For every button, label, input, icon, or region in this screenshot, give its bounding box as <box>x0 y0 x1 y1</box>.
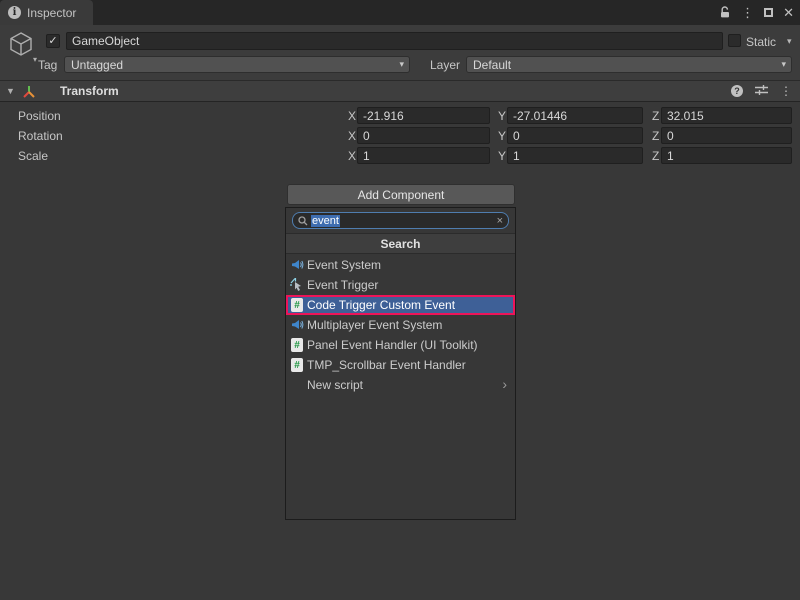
foldout-icon[interactable]: ▼ <box>6 86 15 96</box>
gameobject-header: ▾ ✓ GameObject Static ▾ Tag Untagged ▾ L… <box>0 25 800 80</box>
scale-row: Scale X 1 Y 1 Z 1 <box>0 147 800 165</box>
component-search-input[interactable]: event × <box>292 212 509 229</box>
window-controls: ⋮ ✕ <box>719 0 794 25</box>
gameobject-name-field[interactable]: GameObject <box>66 32 723 50</box>
csharp-script-icon: # <box>290 358 304 372</box>
rotation-x-field[interactable]: 0 <box>357 127 490 144</box>
csharp-script-icon: # <box>290 338 304 352</box>
rotation-z-field[interactable]: 0 <box>661 127 792 144</box>
static-label: Static <box>746 35 776 49</box>
tag-caret-icon: ▾ <box>399 59 404 70</box>
transform-kebab-icon[interactable]: ⋮ <box>780 84 792 98</box>
axis-x-label: X <box>348 109 356 123</box>
rotation-row: Rotation X 0 Y 0 Z 0 <box>0 127 800 145</box>
search-icon <box>298 216 308 226</box>
list-item-new-script[interactable]: New script › <box>286 375 515 395</box>
tab-inspector[interactable]: i Inspector <box>0 0 93 25</box>
event-system-icon <box>290 258 304 272</box>
rotation-label: Rotation <box>18 129 63 143</box>
list-item-code-trigger-custom-event[interactable]: # Code Trigger Custom Event <box>286 295 515 315</box>
icon-picker-caret[interactable]: ▾ <box>33 55 37 64</box>
transform-title: Transform <box>60 84 119 98</box>
maximize-icon[interactable] <box>764 8 773 17</box>
scale-y-field[interactable]: 1 <box>507 147 643 164</box>
layer-label: Layer <box>430 58 460 72</box>
event-system-icon <box>290 318 304 332</box>
list-item-event-system[interactable]: Event System <box>286 255 515 275</box>
event-trigger-icon <box>290 278 304 292</box>
search-section-header: Search <box>286 233 515 254</box>
layer-caret-icon: ▾ <box>781 59 786 70</box>
list-item-tmp-scrollbar-event-handler[interactable]: # TMP_Scrollbar Event Handler <box>286 355 515 375</box>
axis-y-label: Y <box>498 129 506 143</box>
add-component-button[interactable]: Add Component <box>287 184 515 205</box>
axis-z-label: Z <box>652 109 659 123</box>
static-dropdown-caret[interactable]: ▾ <box>787 36 792 47</box>
active-checkbox[interactable]: ✓ <box>46 34 60 48</box>
tab-title: Inspector <box>27 6 76 20</box>
csharp-script-icon: # <box>290 298 304 312</box>
list-item-event-trigger[interactable]: Event Trigger <box>286 275 515 295</box>
axis-z-label: Z <box>652 129 659 143</box>
position-row: Position X -21.916 Y -27.01446 Z 32.015 <box>0 107 800 125</box>
presets-icon[interactable] <box>755 84 768 99</box>
position-y-field[interactable]: -27.01446 <box>507 107 643 124</box>
transform-icon <box>22 85 36 102</box>
scale-x-field[interactable]: 1 <box>357 147 490 164</box>
submenu-chevron-icon: › <box>502 376 507 392</box>
layer-dropdown[interactable]: Default ▾ <box>466 56 792 73</box>
clear-search-icon[interactable]: × <box>497 215 503 227</box>
scale-label: Scale <box>18 149 48 163</box>
axis-y-label: Y <box>498 109 506 123</box>
unlock-icon[interactable] <box>719 6 731 19</box>
layer-value: Default <box>473 58 511 72</box>
tag-value: Untagged <box>71 58 123 72</box>
tab-strip: i Inspector ⋮ ✕ <box>0 0 800 25</box>
axis-z-label: Z <box>652 149 659 163</box>
tag-dropdown[interactable]: Untagged ▾ <box>64 56 410 73</box>
kebab-menu-icon[interactable]: ⋮ <box>741 6 754 19</box>
unity-inspector-window: i Inspector ⋮ ✕ ▾ ✓ GameObject Static ▾ … <box>0 0 800 600</box>
transform-header[interactable]: ▼ Transform ? ⋮ <box>0 80 800 102</box>
axis-x-label: X <box>348 129 356 143</box>
rotation-y-field[interactable]: 0 <box>507 127 643 144</box>
tag-label: Tag <box>38 58 57 72</box>
gameobject-cube-icon[interactable] <box>7 30 35 61</box>
static-checkbox[interactable] <box>728 34 741 47</box>
list-item-multiplayer-event-system[interactable]: Multiplayer Event System <box>286 315 515 335</box>
position-label: Position <box>18 109 61 123</box>
info-icon: i <box>8 6 21 19</box>
list-item-panel-event-handler[interactable]: # Panel Event Handler (UI Toolkit) <box>286 335 515 355</box>
search-text-selected: event <box>311 215 340 227</box>
component-list: Event System Event Trigger # Code Trigge… <box>286 255 515 395</box>
axis-x-label: X <box>348 149 356 163</box>
axis-y-label: Y <box>498 149 506 163</box>
scale-z-field[interactable]: 1 <box>661 147 792 164</box>
help-icon[interactable]: ? <box>731 85 743 97</box>
close-icon[interactable]: ✕ <box>783 6 794 19</box>
position-z-field[interactable]: 32.015 <box>661 107 792 124</box>
position-x-field[interactable]: -21.916 <box>357 107 490 124</box>
add-component-popup: event × Search Event System <box>285 207 516 520</box>
